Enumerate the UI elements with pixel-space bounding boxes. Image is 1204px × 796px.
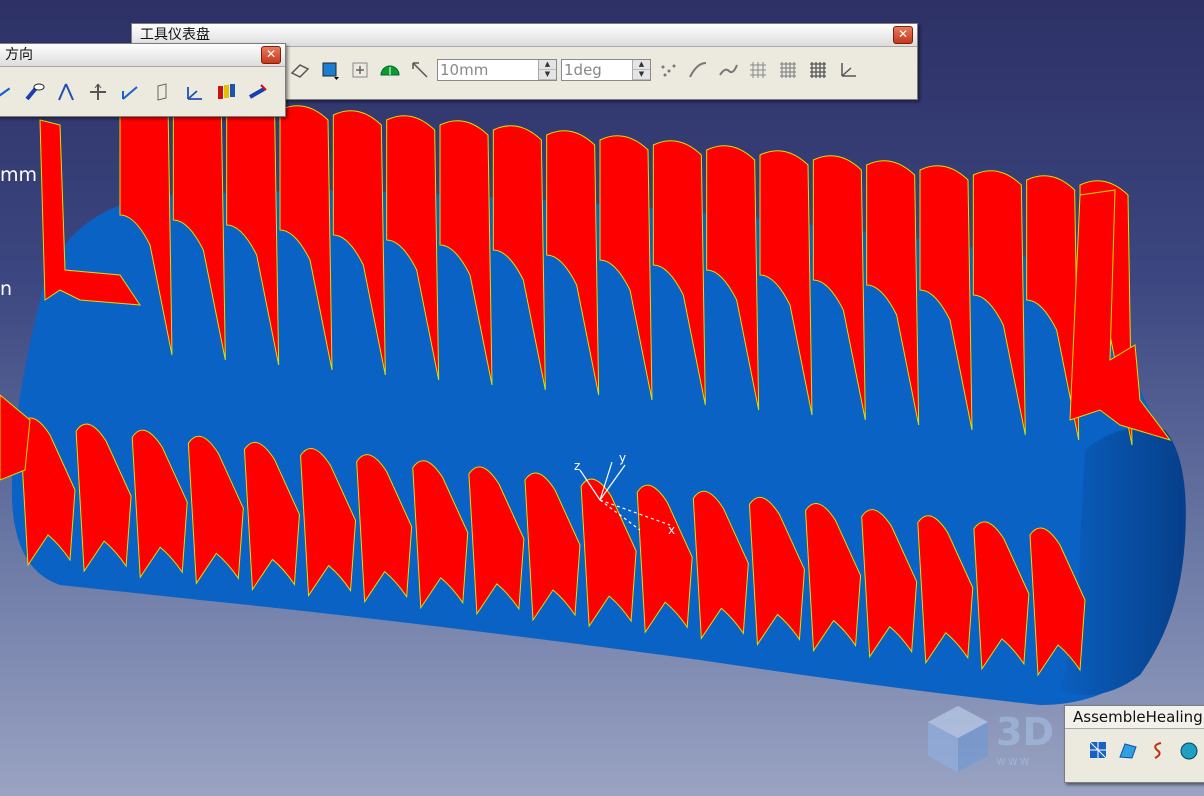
assemble-healing-title[interactable]: AssembleHealing (1065, 706, 1204, 729)
grid-icon[interactable] (775, 58, 801, 82)
angle-spinner[interactable]: ▲ ▼ (632, 60, 650, 80)
healing-face-icon[interactable] (1175, 738, 1201, 762)
watermark-logo: 3D www (918, 700, 1068, 780)
watermark-sub: www (996, 754, 1032, 768)
protractor-icon[interactable] (377, 58, 403, 82)
snap-direction-icon[interactable] (407, 58, 433, 82)
grid-snap-icon[interactable] (805, 58, 831, 82)
direction-close-button[interactable]: ✕ (261, 46, 281, 64)
plus-icon[interactable] (347, 58, 373, 82)
angle-input[interactable]: ▲▼ (561, 59, 651, 81)
spline-icon[interactable] (715, 58, 741, 82)
dashboard-title-text: 工具仪表盘 (140, 27, 210, 43)
compass-icon[interactable] (53, 80, 79, 104)
healing-mesh-icon[interactable] (1085, 738, 1111, 762)
left-dimension-label-2: n (0, 278, 13, 300)
join-curve-icon[interactable] (1145, 738, 1171, 762)
color-picker-icon[interactable] (317, 58, 343, 82)
assemble-healing-title-text: AssembleHealing (1073, 708, 1203, 726)
sketch-plane-icon[interactable] (287, 58, 313, 82)
length-spinner[interactable]: ▲ ▼ (538, 60, 556, 80)
eye-direction-icon[interactable] (21, 80, 47, 104)
move-icon[interactable] (85, 80, 111, 104)
length-input[interactable]: ▲▼ (437, 59, 557, 81)
model-render: z y x (0, 90, 1186, 705)
direction-title-text: 方向 (5, 47, 33, 63)
direction-toolbar[interactable]: 方向 ✕ (0, 43, 286, 117)
watermark-brand: 3D (996, 710, 1054, 754)
axis-label-y: y (619, 451, 626, 465)
axis-label-x: x (668, 523, 675, 537)
dashboard-close-button[interactable]: ✕ (893, 26, 913, 44)
axis-system-icon-direction[interactable] (181, 80, 207, 104)
angle-input-field[interactable] (562, 60, 632, 80)
section-planes-icon[interactable] (213, 80, 239, 104)
axis-system-icon[interactable] (835, 58, 861, 82)
left-dimension-label: mm (0, 164, 38, 186)
view-direction-icon[interactable] (0, 80, 15, 104)
direction-toolbar-title[interactable]: 方向 ✕ (0, 44, 285, 67)
mesh-icon[interactable] (745, 58, 771, 82)
cube-logo-icon (928, 706, 988, 772)
curve-icon[interactable] (685, 58, 711, 82)
axis-arrows-icon[interactable] (117, 80, 143, 104)
assemble-healing-toolbar[interactable]: AssembleHealing (1064, 705, 1204, 783)
3d-viewport[interactable]: z y x mm n (0, 0, 1204, 796)
axis-label-z: z (574, 459, 580, 473)
normal-direction-icon[interactable] (245, 80, 271, 104)
healing-surface-icon[interactable] (1115, 738, 1141, 762)
length-input-field[interactable] (438, 60, 538, 80)
point-cloud-icon[interactable] (655, 58, 681, 82)
plane-icon[interactable] (149, 80, 175, 104)
